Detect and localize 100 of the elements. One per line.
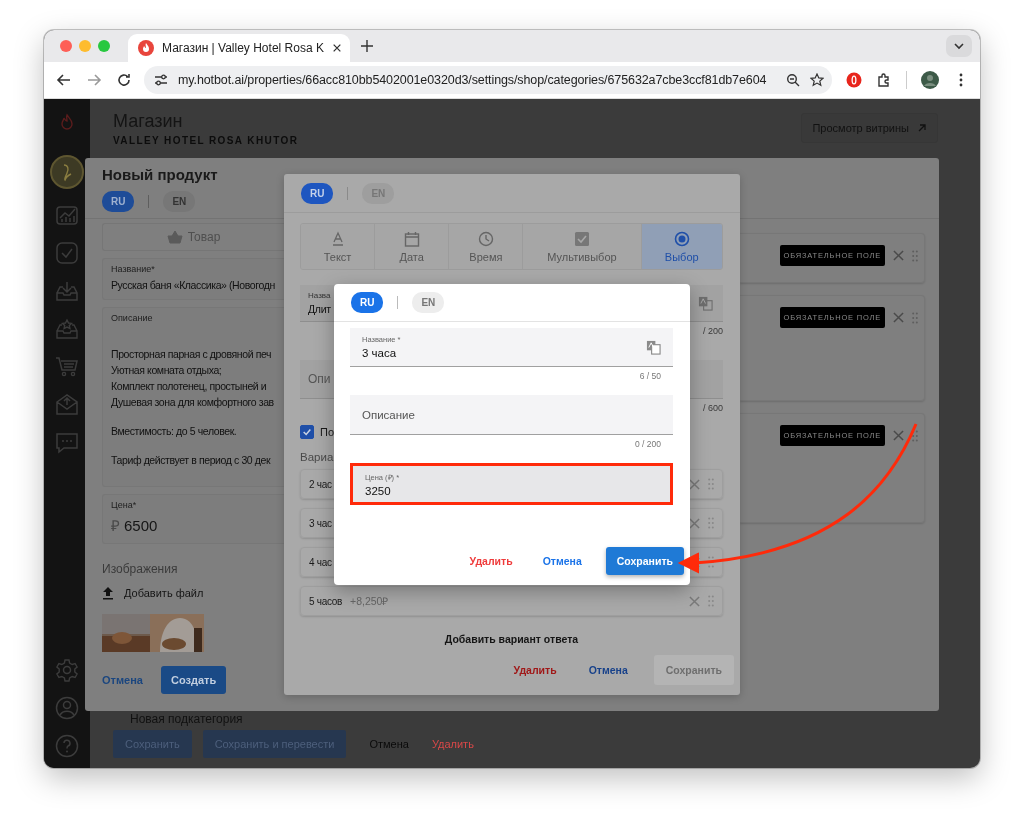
- description-line: Вместимость: до 5 человек.: [111, 425, 238, 437]
- check-icon: [302, 427, 312, 437]
- avatar-icon[interactable]: [50, 155, 84, 189]
- upload-icon: [102, 586, 114, 600]
- drag-handle-icon[interactable]: [912, 249, 918, 262]
- close-window-icon[interactable]: [60, 40, 72, 52]
- language-tab[interactable]: RU: [102, 191, 135, 212]
- close-icon[interactable]: [331, 43, 342, 53]
- field-value: 6500: [124, 517, 158, 534]
- images-label: Изображения: [102, 562, 179, 576]
- radio-icon: [673, 230, 690, 247]
- drag-handle-icon[interactable]: [912, 429, 918, 442]
- extension-icon[interactable]: [846, 72, 862, 88]
- currency-sign: ₽: [111, 516, 120, 535]
- dialog-button[interactable]: Отмена: [582, 663, 634, 677]
- variant-row[interactable]: 5 часов +8,250₽: [300, 586, 723, 616]
- character-counter: / 600: [701, 403, 723, 413]
- checkmark-icon[interactable]: [55, 241, 79, 265]
- price-field[interactable]: Цена* ₽ 6500: [102, 494, 284, 544]
- name-field[interactable]: Название* Русская баня «Классика» (Новогодн: [102, 258, 284, 300]
- description-line: Душевая зона для комфортного зав: [111, 396, 275, 408]
- description-line: Тариф действует в период с 30 дек: [111, 454, 272, 466]
- description-line: Просторная парная с дровяной печ: [111, 348, 273, 360]
- dialog-title: Новый продукт: [102, 166, 219, 183]
- address-bar[interactable]: my.hotbot.ai/properties/66acc810bb5402001e0320d3/settings/shop/categories/675632a7cbe3ccf81db7e604: [144, 66, 832, 94]
- help-icon[interactable]: [55, 734, 79, 758]
- language-tab[interactable]: EN: [163, 191, 196, 212]
- language-tab[interactable]: EN: [412, 292, 445, 313]
- drag-handle-icon[interactable]: [708, 556, 714, 568]
- tab-label: Выбор: [664, 250, 699, 263]
- url-text: my.hotbot.ai/properties/66acc810bb5402001e0320d3/settings/shop/categories/675632a7cbe3ccf81db7e604: [178, 73, 767, 87]
- description-line: Комплект полотенец, простыней и: [111, 380, 268, 392]
- cart-icon[interactable]: [55, 355, 79, 379]
- variant-label: 2 час: [309, 478, 332, 490]
- basket-icon: [166, 230, 183, 244]
- tab-label: Время: [469, 250, 503, 263]
- tab-label: Мультивыбор: [547, 250, 617, 263]
- field-value: Русская баня «Классика» (Новогодн: [111, 279, 276, 291]
- field-label: Назва: [308, 291, 332, 300]
- variant-label: 5 часов: [309, 595, 342, 607]
- browser-tab[interactable]: Магазин | Valley Hotel Rosa K: [128, 34, 350, 62]
- translate-icon[interactable]: [646, 339, 661, 355]
- site-settings-icon[interactable]: [154, 73, 168, 87]
- checkbox-icon: [574, 230, 590, 247]
- close-icon[interactable]: [689, 478, 700, 490]
- bookmark-star-icon[interactable]: [810, 73, 825, 87]
- drag-handle-icon[interactable]: [708, 595, 714, 607]
- dialog-button[interactable]: Удалить: [507, 663, 563, 677]
- close-icon[interactable]: [689, 517, 700, 529]
- dialog-button[interactable]: Создать: [160, 666, 227, 694]
- tab-title: Магазин | Valley Hotel Rosa K: [162, 41, 324, 55]
- forward-icon[interactable]: [86, 72, 102, 88]
- add-file-button[interactable]: Добавить файл: [102, 586, 284, 600]
- description-field[interactable]: Описание: [350, 395, 673, 435]
- drag-handle-icon[interactable]: [708, 478, 714, 490]
- calendar-icon: [403, 230, 420, 247]
- puzzle-icon[interactable]: [876, 72, 892, 88]
- checkbox-label: По: [320, 426, 335, 438]
- checkbox[interactable]: [300, 425, 314, 439]
- description-field[interactable]: Описание Просторная парная с дровяной печ Уютная комната отдыха; Комплект полотенец, простыней и Душевая зона для комфортного зав Вместимость: до 5 человек. Тариф действует в период с 30 дек: [102, 307, 284, 487]
- description-line: Уютная комната отдыха;: [111, 364, 223, 376]
- drag-handle-icon[interactable]: [912, 311, 918, 324]
- chat-icon[interactable]: [55, 431, 79, 455]
- field-label: Описание: [111, 313, 154, 323]
- field-label: Название*: [111, 264, 156, 274]
- page-action-button[interactable]: Удалить: [431, 730, 486, 758]
- field-label: Опи: [308, 372, 331, 386]
- minimize-window-icon[interactable]: [79, 40, 91, 52]
- profile-avatar-icon[interactable]: [921, 71, 939, 89]
- maximize-window-icon[interactable]: [98, 40, 110, 52]
- tab-list-button[interactable]: [946, 35, 972, 57]
- field-label: Цена*: [111, 500, 138, 510]
- character-counter: 6 / 50: [638, 371, 661, 381]
- field-value: 3250: [365, 484, 392, 497]
- inbox-star-icon[interactable]: [55, 317, 79, 341]
- drag-handle-icon[interactable]: [708, 517, 714, 529]
- back-icon[interactable]: [56, 72, 72, 88]
- dialog-button[interactable]: Удалить: [463, 554, 519, 568]
- dialog-button[interactable]: Отмена: [102, 666, 143, 694]
- dialog-button[interactable]: Отмена: [536, 554, 588, 568]
- user-icon[interactable]: [55, 696, 79, 720]
- field-value: 3 часа: [362, 347, 398, 359]
- language-tab[interactable]: RU: [301, 182, 334, 204]
- settings-icon[interactable]: [55, 658, 79, 682]
- new-tab-icon[interactable]: [360, 39, 374, 53]
- tab-label: Дата: [399, 250, 424, 263]
- clock-icon: [477, 230, 494, 247]
- mail-upload-icon[interactable]: [55, 393, 79, 417]
- field-type-tab[interactable]: Выбор: [641, 224, 722, 269]
- add-variant-button[interactable]: Добавить вариант ответа: [300, 632, 723, 646]
- zoom-icon[interactable]: [786, 73, 801, 87]
- reload-icon[interactable]: [116, 72, 132, 88]
- chart-icon[interactable]: [55, 203, 79, 227]
- language-tab[interactable]: RU: [351, 292, 384, 313]
- dialog-button[interactable]: Сохранить: [605, 547, 684, 575]
- variant-label: 4 час: [309, 556, 332, 568]
- character-counter: 0 / 200: [634, 439, 661, 449]
- external-link-icon: [917, 123, 927, 133]
- inbox-download-icon[interactable]: [55, 279, 79, 303]
- translate-icon[interactable]: [698, 295, 713, 311]
